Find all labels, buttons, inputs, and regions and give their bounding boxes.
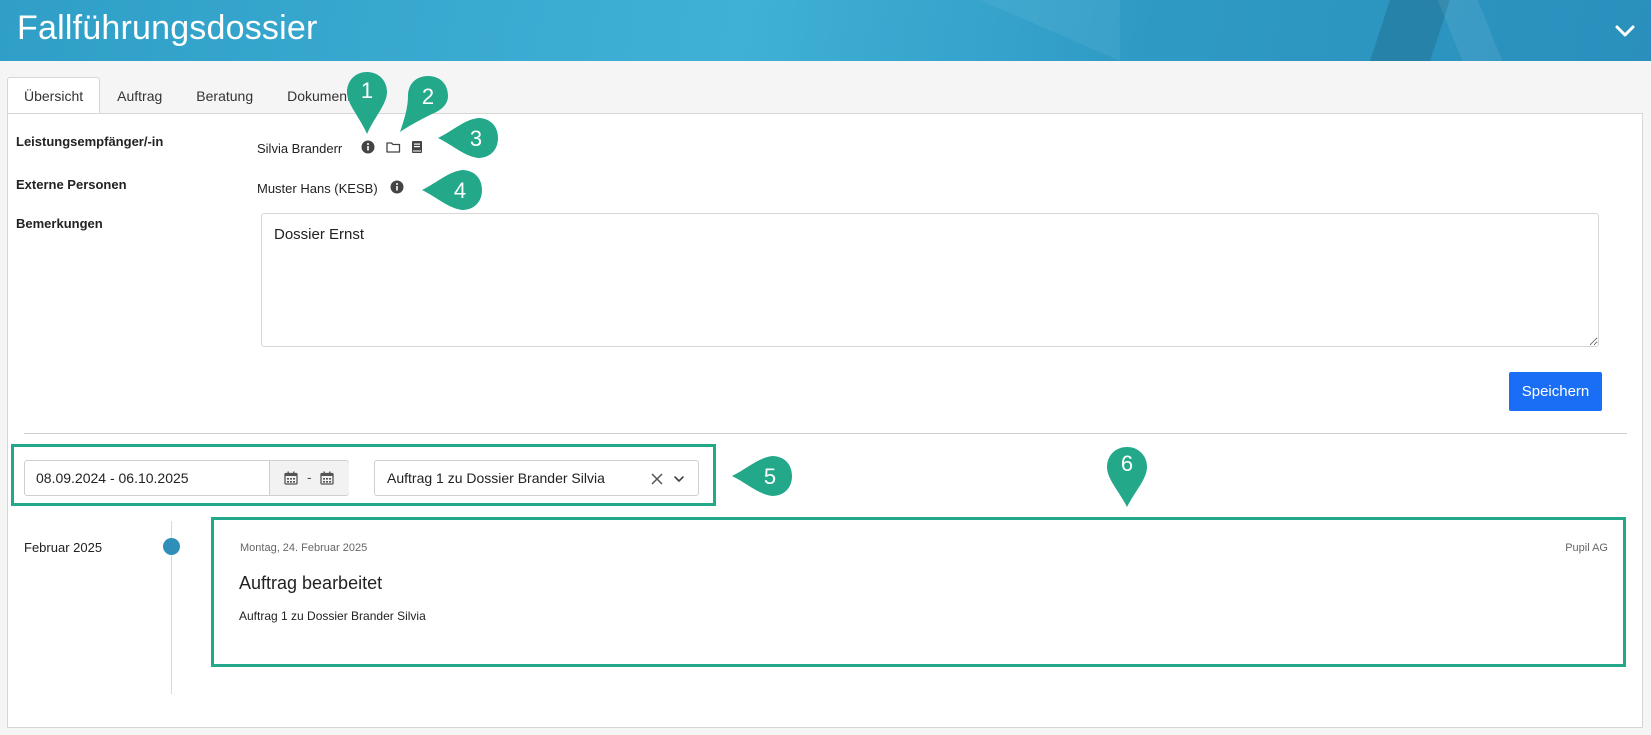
date-separator: - (307, 469, 312, 485)
folder-icon[interactable] (386, 140, 401, 154)
chevron-down-icon[interactable] (673, 473, 685, 485)
tab-auftrag[interactable]: Auftrag (100, 77, 179, 114)
entry-date: Montag, 24. Februar 2025 (240, 542, 368, 554)
page-title: Fallführungsdossier (17, 9, 318, 47)
remarks-textarea[interactable]: Dossier Ernst (261, 213, 1599, 347)
date-picker-buttons: - (269, 461, 349, 495)
annotation-label: 3 (470, 126, 482, 151)
remarks-label: Bemerkungen (16, 216, 103, 231)
tab-bar: Übersicht Auftrag Beratung Dokumente (7, 77, 376, 114)
calendar-icon[interactable] (320, 471, 334, 485)
entry-author: Pupil AG (1565, 542, 1608, 554)
tab-uebersicht[interactable]: Übersicht (7, 77, 101, 114)
section-divider (24, 433, 1627, 434)
info-icon[interactable] (390, 180, 404, 194)
timeline-dot (163, 538, 180, 555)
calendar-icon[interactable] (284, 471, 298, 485)
external-persons-label: Externe Personen (16, 177, 127, 192)
annotation-label: 1 (361, 78, 373, 103)
tab-beratung[interactable]: Beratung (179, 77, 270, 114)
header-decoration (1437, 0, 1503, 61)
chevron-down-icon[interactable] (1612, 18, 1638, 44)
date-range-input[interactable]: 08.09.2024 - 06.10.2025 - (24, 460, 349, 496)
annotation-label: 6 (1121, 451, 1133, 476)
annotation-marker-1: 1 (347, 72, 387, 134)
date-range-value: 08.09.2024 - 06.10.2025 (36, 470, 189, 486)
entry-description: Auftrag 1 zu Dossier Brander Silvia (239, 609, 426, 623)
annotation-label: 4 (454, 178, 466, 203)
assignment-select-value: Auftrag 1 zu Dossier Brander Silvia (387, 470, 605, 486)
annotation-marker-4: 4 (422, 170, 482, 210)
external-person-name: Muster Hans (KESB) (257, 181, 378, 196)
annotation-marker-6: 6 (1107, 447, 1147, 507)
clear-icon[interactable] (650, 472, 664, 486)
save-button[interactable]: Speichern (1509, 372, 1602, 411)
annotation-marker-3: 3 (438, 118, 498, 158)
entry-title: Auftrag bearbeitet (239, 573, 383, 593)
app-header: Fallführungsdossier (0, 0, 1651, 61)
header-decoration (1370, 0, 1450, 61)
annotation-label: 2 (422, 84, 434, 109)
info-icon[interactable] (361, 140, 375, 154)
timeline-month-label: Februar 2025 (24, 540, 103, 555)
recipient-label: Leistungsempfänger/-in (16, 134, 164, 149)
annotation-label: 5 (764, 464, 776, 489)
annotation-marker-5: 5 (732, 456, 792, 496)
timeline-entry-card[interactable]: Montag, 24. Februar 2025 Pupil AG Auftra… (211, 517, 1626, 667)
book-icon[interactable] (410, 140, 424, 154)
header-decoration (980, 0, 1120, 61)
assignment-select[interactable]: Auftrag 1 zu Dossier Brander Silvia (374, 460, 699, 496)
recipient-name: Silvia Branderr (257, 141, 343, 156)
